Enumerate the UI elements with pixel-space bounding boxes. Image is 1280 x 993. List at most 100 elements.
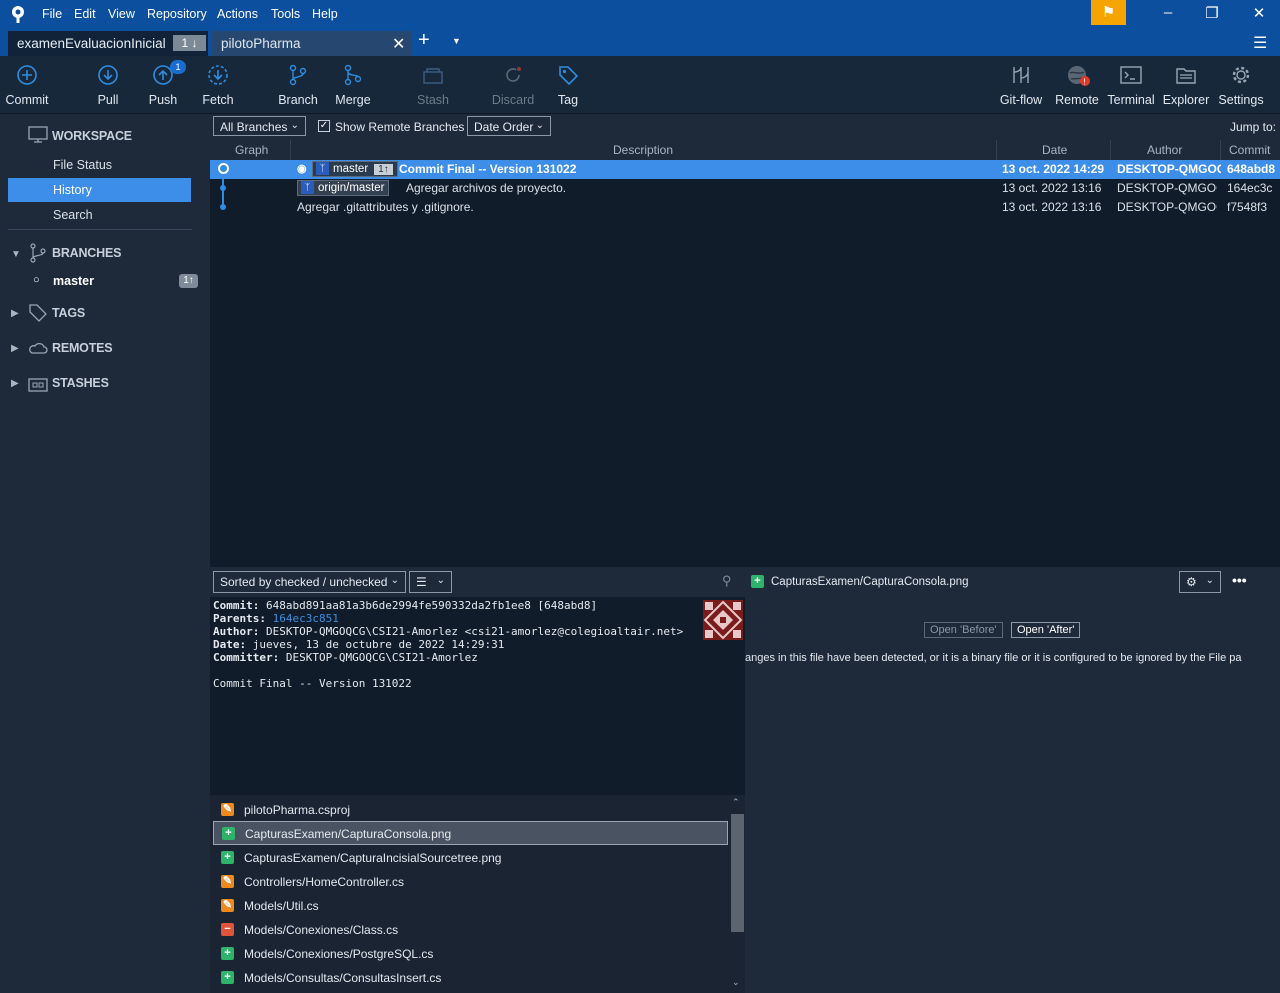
branch-label-origin-master[interactable]: ᛉ origin/master: [297, 180, 390, 196]
chevron-right-icon[interactable]: ▶: [11, 378, 19, 389]
remotes-heading[interactable]: REMOTES: [52, 341, 113, 355]
gitflow-label: Git-flow: [999, 93, 1043, 107]
settings-button[interactable]: Settings: [1216, 56, 1266, 114]
file-list-scrollbar[interactable]: ⌃ ⌄: [729, 797, 745, 993]
gitflow-icon: [1013, 66, 1029, 83]
modified-file-icon: ✎: [221, 803, 234, 816]
commit-node-icon: [220, 204, 226, 210]
stash-button[interactable]: Stash: [411, 56, 455, 114]
branches-heading[interactable]: BRANCHES: [52, 246, 121, 260]
gitflow-button[interactable]: Git-flow: [996, 56, 1046, 114]
explorer-button[interactable]: Explorer: [1161, 56, 1211, 114]
chevron-right-icon[interactable]: ▶: [11, 343, 19, 354]
column-separator: [996, 140, 997, 160]
diff-message: anges in this file have been detected, o…: [745, 652, 1242, 664]
stash-label: Stash: [417, 93, 449, 107]
col-author[interactable]: Author: [1147, 143, 1182, 157]
tags-heading[interactable]: TAGS: [52, 306, 85, 320]
list-item[interactable]: + Models/Conexiones/PostgreSQL.cs: [210, 941, 728, 965]
list-item[interactable]: + CapturasExamen/CapturaConsola.png: [213, 821, 728, 845]
chevron-down-icon: ⌄: [1205, 575, 1214, 586]
col-commit[interactable]: Commit: [1229, 143, 1270, 157]
list-item[interactable]: ✎ Controllers/HomeController.cs: [210, 869, 728, 893]
merge-button[interactable]: Merge: [332, 56, 374, 114]
discard-icon: [506, 67, 521, 82]
diff-options-dropdown[interactable]: ⚙ ⌄: [1179, 571, 1221, 593]
stash-icon: [28, 378, 48, 392]
toolbar: Commit Pull Push Fetch Branch Merge Stas…: [0, 56, 1280, 114]
sourcetree-logo-icon: [12, 6, 24, 23]
list-item[interactable]: + CapturasExamen/CapturaIncisialSourcetre…: [210, 845, 728, 869]
list-item[interactable]: + Models/Consultas/ConsultasInsert.cs: [210, 965, 728, 989]
menu-repository[interactable]: Repository: [147, 7, 207, 21]
added-file-icon: +: [221, 851, 234, 864]
order-dropdown[interactable]: Date Order ⌄: [467, 116, 551, 136]
discard-button[interactable]: Discard: [489, 56, 537, 114]
col-graph[interactable]: Graph: [235, 143, 268, 157]
add-tab-icon[interactable]: +: [418, 30, 430, 50]
branches-filter-dropdown[interactable]: All Branches ⌄: [213, 116, 306, 136]
minimize-icon[interactable]: –: [1153, 4, 1183, 21]
commit-icon: [17, 65, 37, 85]
jump-to-label[interactable]: Jump to:: [1230, 120, 1276, 134]
branch-icon: [289, 64, 307, 86]
sidebar-item-file-status[interactable]: File Status: [53, 158, 112, 172]
scroll-up-icon[interactable]: ⌃: [732, 797, 740, 808]
remote-button[interactable]: ! Remote: [1053, 56, 1101, 114]
sidebar-item-master[interactable]: master: [53, 274, 94, 288]
flag-icon[interactable]: ⚑: [1091, 0, 1126, 25]
list-item[interactable]: ✎ pilotoPharma.csproj: [210, 797, 728, 821]
close-icon[interactable]: ✕: [392, 34, 405, 54]
avatar: [703, 600, 743, 640]
menu-tools[interactable]: Tools: [271, 7, 300, 21]
commit-description: Agregar archivos de proyecto.: [406, 181, 567, 195]
chevron-right-icon[interactable]: ▶: [11, 308, 19, 319]
fetch-button[interactable]: Fetch: [198, 56, 238, 114]
commit-button[interactable]: Commit: [0, 56, 54, 114]
commit-row[interactable]: ᛉ origin/master Agregar archivos de proye…: [210, 179, 1280, 198]
diff-file-path: CapturasExamen/CapturaConsola.png: [771, 576, 969, 588]
sidebar: WORKSPACE File Status History Search ▼ B…: [0, 114, 210, 993]
menu-view[interactable]: View: [108, 7, 135, 21]
open-after-button[interactable]: Open 'After': [1011, 622, 1081, 638]
restore-icon[interactable]: ❐: [1197, 4, 1227, 22]
commit-label: Commit:: [213, 599, 260, 612]
search-icon[interactable]: ⚲: [722, 573, 732, 589]
more-options-icon[interactable]: •••: [1232, 572, 1247, 588]
branch-button[interactable]: Branch: [276, 56, 320, 114]
divider: [8, 229, 192, 230]
menu-help[interactable]: Help: [312, 7, 338, 21]
scroll-down-icon[interactable]: ⌄: [732, 977, 740, 988]
col-description[interactable]: Description: [613, 143, 673, 157]
view-mode-dropdown[interactable]: ☰ ⌄: [409, 571, 452, 593]
tab-examenEvaluacionInicial[interactable]: examenEvaluacionInicial 1 ↓: [8, 31, 208, 56]
open-before-button[interactable]: Open 'Before': [924, 622, 1003, 638]
scrollbar-thumb[interactable]: [731, 814, 744, 932]
sidebar-item-history[interactable]: [8, 178, 191, 202]
menu-actions[interactable]: Actions: [217, 7, 258, 21]
menu-edit[interactable]: Edit: [74, 7, 96, 21]
branch-label-master[interactable]: ᛉ master 1↑: [312, 161, 398, 177]
commit-hash: 648abd8: [1227, 162, 1276, 176]
commit-row[interactable]: Agregar .gitattributes y .gitignore. 13 …: [210, 198, 1280, 217]
list-item[interactable]: ✎ Models/Util.cs: [210, 893, 728, 917]
pull-button[interactable]: Pull: [88, 56, 128, 114]
chevron-down-icon[interactable]: ▼: [11, 249, 21, 260]
parents-link[interactable]: 164ec3c851: [273, 612, 339, 625]
stashes-heading[interactable]: STASHES: [52, 376, 109, 390]
menu-file[interactable]: File: [42, 7, 62, 21]
show-remote-checkbox[interactable]: ✓: [318, 120, 330, 132]
hamburger-menu-icon[interactable]: ☰: [1253, 33, 1267, 53]
removed-file-icon: −: [221, 923, 234, 936]
close-window-icon[interactable]: ✕: [1244, 4, 1274, 22]
tab-pilotoPharma[interactable]: pilotoPharma ✕: [212, 31, 412, 56]
chevron-down-icon[interactable]: ▼: [452, 36, 461, 46]
commit-row[interactable]: ◉ ᛉ master 1↑ Commit Final -- Version 1310…: [210, 160, 1280, 179]
sidebar-item-search[interactable]: Search: [53, 208, 93, 222]
sort-dropdown[interactable]: Sorted by checked / unchecked ⌄: [213, 571, 406, 593]
branch-icon: [30, 243, 46, 263]
tag-button[interactable]: Tag: [550, 56, 586, 114]
col-date[interactable]: Date: [1042, 143, 1067, 157]
list-item[interactable]: − Models/Conexiones/Class.cs: [210, 917, 728, 941]
terminal-button[interactable]: Terminal: [1106, 56, 1156, 114]
